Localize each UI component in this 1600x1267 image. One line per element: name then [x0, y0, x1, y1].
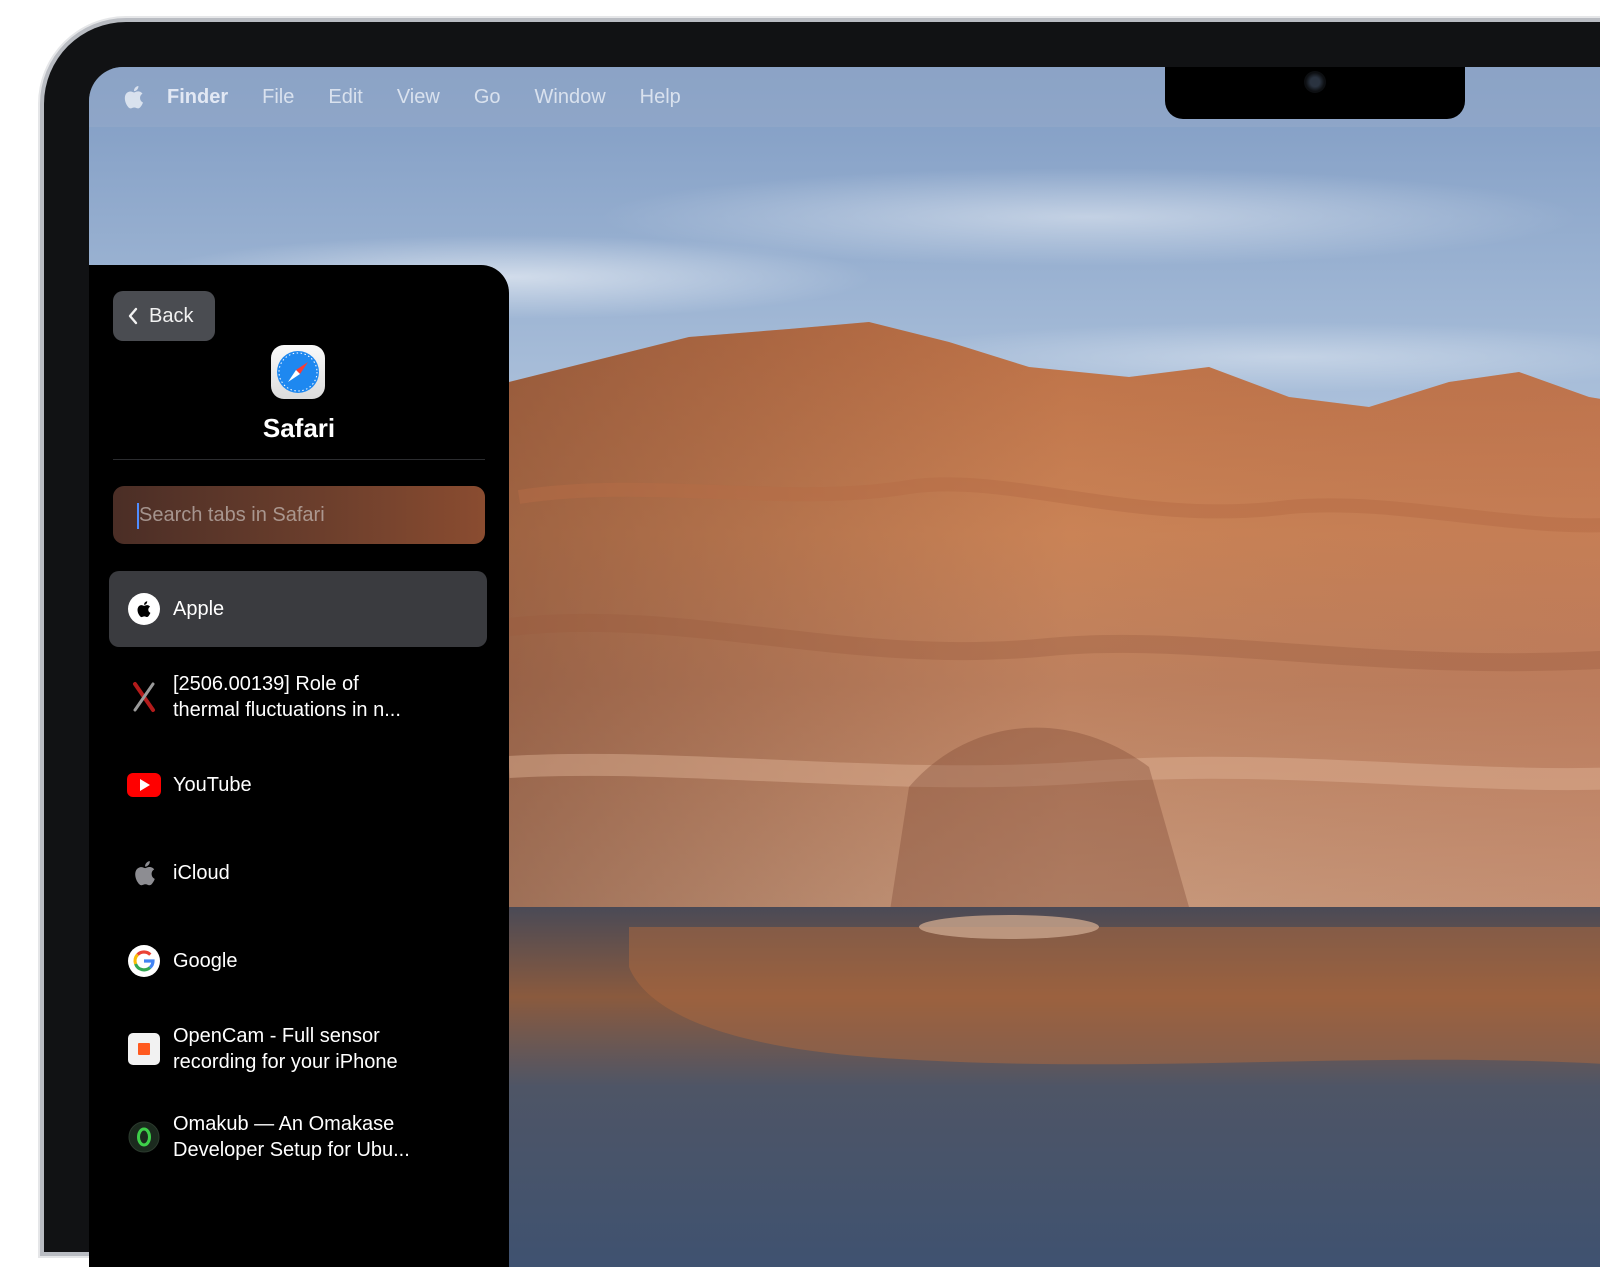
icloud-apple-favicon-icon	[127, 856, 161, 890]
google-g-favicon-icon	[127, 944, 161, 978]
tab-label: [2506.00139] Role of thermal fluctuation…	[173, 673, 401, 721]
tab-item-icloud[interactable]: iCloud	[109, 835, 487, 911]
text-caret	[137, 503, 139, 529]
apple-favicon-icon	[127, 592, 161, 626]
menu-edit[interactable]: Edit	[328, 86, 362, 109]
desktop-screen: Finder File Edit View Go Window Help Bac…	[89, 67, 1600, 1267]
menu-window[interactable]: Window	[535, 86, 606, 109]
back-button[interactable]: Back	[113, 291, 215, 341]
tab-item-google[interactable]: Google	[109, 923, 487, 999]
tab-list: Apple [2506.00139] Role of thermal fluct…	[109, 571, 487, 1187]
tab-label: Apple	[173, 598, 225, 620]
arxiv-favicon-icon	[127, 680, 161, 714]
search-tabs-input[interactable]	[113, 486, 485, 544]
youtube-favicon-icon	[127, 768, 161, 802]
tab-label: OpenCam - Full sensor recording for your…	[173, 1025, 398, 1073]
tab-label: Google	[173, 950, 238, 972]
omakub-favicon-icon	[127, 1120, 161, 1154]
tab-item-arxiv[interactable]: [2506.00139] Role of thermal fluctuation…	[109, 659, 487, 735]
back-button-label: Back	[149, 304, 194, 327]
tab-label: YouTube	[173, 774, 252, 796]
menu-app-name[interactable]: Finder	[167, 86, 228, 109]
tab-item-apple[interactable]: Apple	[109, 571, 487, 647]
opencam-favicon-icon	[127, 1032, 161, 1066]
tab-label: iCloud	[173, 862, 230, 884]
camera-lens-icon	[1304, 71, 1326, 93]
safari-compass-icon	[271, 345, 325, 399]
app-title: Safari	[262, 413, 336, 443]
app-tabs-panel: Back Safari Apple	[89, 265, 509, 1267]
menu-go[interactable]: Go	[474, 86, 501, 109]
tab-item-opencam[interactable]: OpenCam - Full sensor recording for your…	[109, 1011, 487, 1087]
menu-file[interactable]: File	[262, 86, 294, 109]
tab-label: Omakub — An Omakase Developer Setup for …	[173, 1113, 410, 1161]
tab-item-youtube[interactable]: YouTube	[109, 747, 487, 823]
tab-item-omakub[interactable]: Omakub — An Omakase Developer Setup for …	[109, 1099, 487, 1175]
menu-help[interactable]: Help	[640, 86, 681, 109]
divider	[113, 459, 485, 460]
menu-view[interactable]: View	[397, 86, 440, 109]
chevron-left-icon	[128, 307, 138, 325]
apple-logo-icon[interactable]	[121, 84, 145, 110]
